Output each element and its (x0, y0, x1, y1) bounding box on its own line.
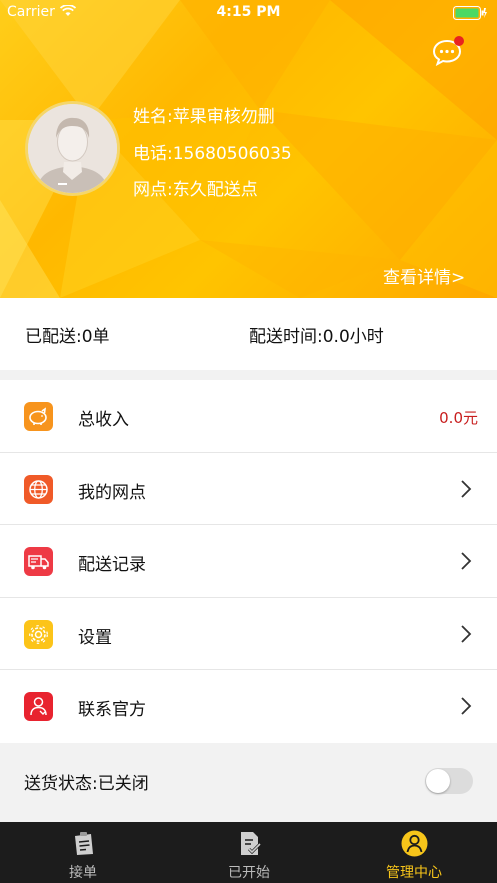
menu-item-label: 设置 (78, 627, 112, 648)
delivery-time: 配送时间:0.0小时 (249, 327, 384, 347)
menu-item-label: 联系官方 (78, 700, 146, 721)
tab-label: 已开始 (228, 865, 270, 881)
tab-label: 接单 (69, 865, 97, 881)
chevron-right-icon (461, 697, 472, 716)
user-icon (401, 830, 428, 857)
menu-item-label: 配送记录 (78, 555, 146, 576)
chevron-right-icon (461, 625, 472, 643)
toggle-knob (426, 769, 450, 793)
profile-name: 姓名:苹果审核勿删 (133, 107, 275, 127)
globe-icon (24, 474, 53, 504)
piggy-bank-icon (24, 402, 53, 431)
delivered-count: 已配送:0单 (25, 327, 110, 347)
profile-phone: 电话:15680506035 (133, 144, 292, 164)
income-value: 0.0元 (439, 409, 478, 427)
status-time: 4:15 PM (216, 4, 281, 20)
tab-bar: 接单 已开始 管理中心 (0, 822, 497, 883)
menu-item-delivery-records[interactable]: 配送记录 (0, 525, 497, 598)
truck-icon (24, 547, 53, 577)
menu-item-my-station[interactable]: 我的网点 (0, 453, 497, 526)
tab-label: 管理中心 (386, 865, 442, 881)
tab-orders[interactable]: 接单 (0, 822, 166, 883)
avatar[interactable] (25, 101, 120, 196)
menu-item-settings[interactable]: 设置 (0, 598, 497, 671)
gear-icon (24, 619, 53, 649)
avatar-placeholder-icon (28, 104, 117, 193)
chevron-right-icon (461, 479, 472, 498)
delivery-status-label: 送货状态:已关闭 (24, 774, 149, 794)
view-details-link[interactable]: 查看详情> (383, 263, 465, 288)
menu-item-label: 总收入 (78, 410, 129, 430)
document-check-icon (241, 832, 262, 855)
chevron-right-icon (461, 552, 472, 570)
unread-dot (454, 36, 464, 46)
clipboard-icon (75, 832, 93, 855)
battery-icon (453, 6, 487, 20)
delivery-status-toggle[interactable] (425, 768, 473, 794)
tab-started[interactable]: 已开始 (166, 822, 332, 883)
delivery-status-row: 送货状态:已关闭 (0, 744, 497, 816)
phone-contact-icon (24, 692, 53, 722)
menu-item-label: 我的网点 (78, 482, 146, 503)
status-bar: Carrier 4:15 PM (0, 0, 497, 26)
stats-bar: 已配送:0单 配送时间:0.0小时 (0, 298, 497, 370)
tab-management-center[interactable]: 管理中心 (331, 822, 497, 883)
menu-list: 总收入 0.0元 我的网点 配送记录 设置 联系官方 (0, 380, 497, 743)
profile-station: 网点:东久配送点 (133, 180, 258, 200)
profile-header: Carrier 4:15 PM 姓名:苹果审核勿删 电话:15680506035… (0, 0, 497, 298)
menu-item-contact-official[interactable]: 联系官方 (0, 670, 497, 743)
menu-item-income[interactable]: 总收入 0.0元 (0, 380, 497, 453)
